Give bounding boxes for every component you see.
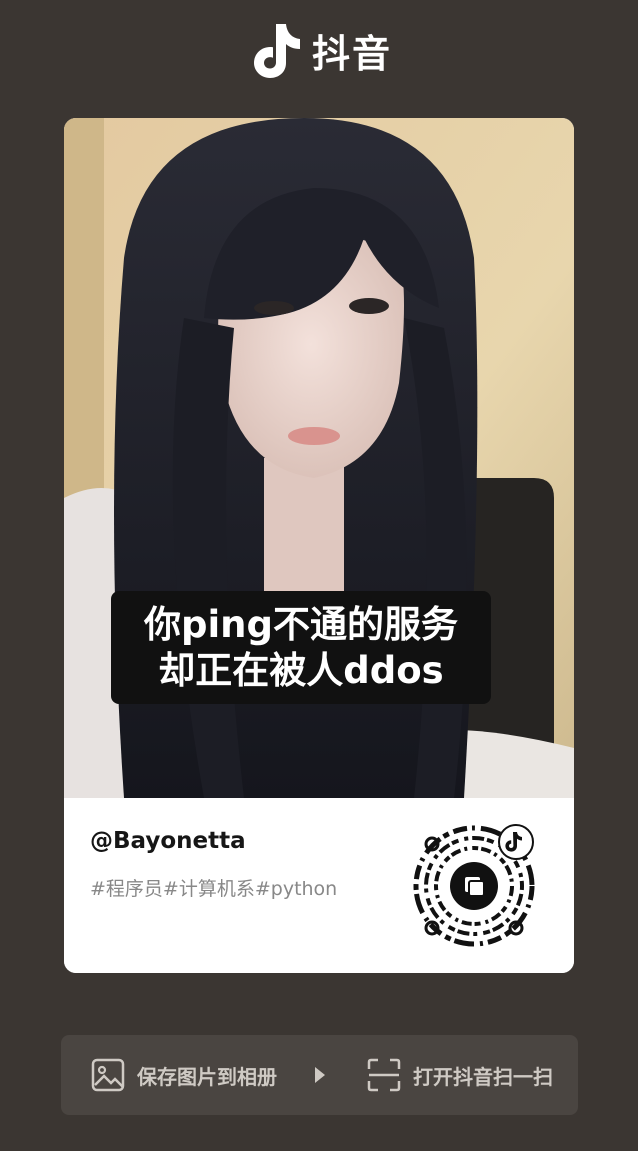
share-card: 你ping不通的服务 却正在被人ddos @Bayonetta #程序员#计算机… <box>64 118 574 973</box>
caption-line-2: 却正在被人ddos <box>158 648 444 692</box>
save-to-album-label: 保存图片到相册 <box>137 1064 277 1089</box>
hashtags: #程序员#计算机系#python <box>90 878 338 900</box>
save-to-album-button[interactable]: 保存图片到相册 <box>91 1035 277 1115</box>
open-scan-label: 打开抖音扫一扫 <box>413 1064 553 1089</box>
brand-header: 抖音 <box>0 18 638 82</box>
caption-line-1: 你ping不通的服务 <box>144 602 458 646</box>
card-info: @Bayonetta #程序员#计算机系#python <box>64 798 574 973</box>
image-icon <box>91 1058 125 1092</box>
video-cover-image: 你ping不通的服务 却正在被人ddos <box>64 118 574 798</box>
scan-icon <box>367 1058 401 1092</box>
brand-name: 抖音 <box>311 31 392 76</box>
share-action-bar: 保存图片到相册 打开抖音扫一扫 <box>61 1035 578 1115</box>
open-scan-button[interactable]: 打开抖音扫一扫 <box>367 1035 553 1115</box>
video-caption: 你ping不通的服务 却正在被人ddos <box>111 591 491 704</box>
qr-code-icon[interactable] <box>412 820 542 950</box>
douyin-note-icon <box>253 24 300 78</box>
author-username: @Bayonetta <box>90 828 246 854</box>
play-arrow-icon <box>315 1067 325 1083</box>
